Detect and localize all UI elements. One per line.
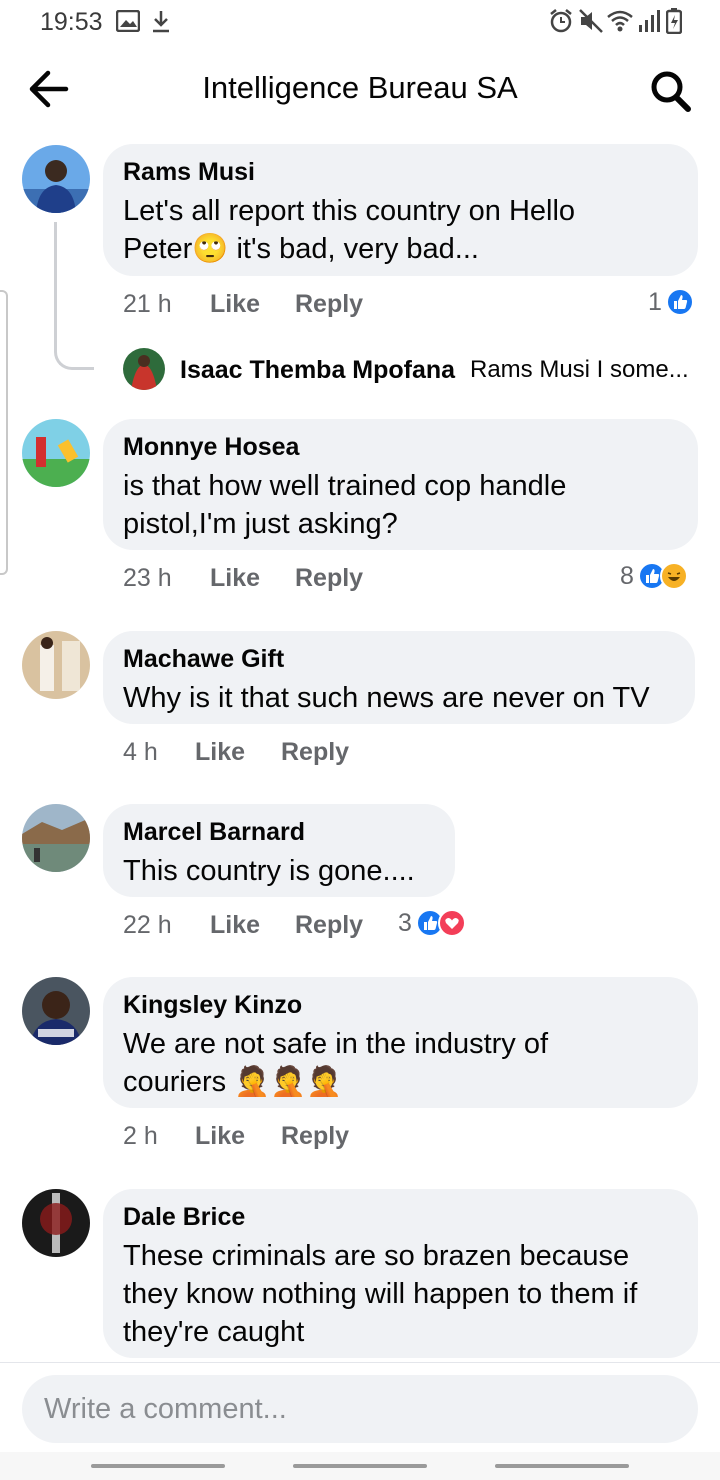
comment-time: 2 h xyxy=(123,1122,158,1150)
download-icon xyxy=(153,11,169,33)
comment-author[interactable]: Marcel Barnard xyxy=(123,818,435,846)
avatar[interactable] xyxy=(22,145,90,213)
avatar[interactable] xyxy=(22,419,90,487)
like-button[interactable]: Like xyxy=(210,290,260,319)
like-button[interactable]: Like xyxy=(195,738,245,767)
comment-text: Why is it that such news are never on TV xyxy=(123,682,650,714)
reply-button[interactable]: Reply xyxy=(281,738,349,767)
comment-author[interactable]: Machawe Gift xyxy=(123,645,675,673)
avatar[interactable] xyxy=(22,1189,90,1257)
comment-time: 22 h xyxy=(123,911,172,939)
reply-snippet: Rams Musi I some... xyxy=(470,356,689,383)
avatar[interactable] xyxy=(22,804,90,872)
status-bar: 19:53 xyxy=(0,0,720,44)
comment-bubble[interactable]: Monnye Hosea is that how well trained co… xyxy=(103,419,698,550)
comment-text: is that how well trained cop handle pist… xyxy=(123,470,567,540)
battery-icon xyxy=(666,8,682,34)
comment-input[interactable] xyxy=(22,1375,698,1443)
reaction-summary[interactable]: 1 xyxy=(648,286,694,318)
like-button[interactable]: Like xyxy=(195,1122,245,1151)
love-reaction-icon xyxy=(437,909,466,937)
reply-button[interactable]: Reply xyxy=(281,1122,349,1151)
search-icon xyxy=(651,71,691,112)
scroll-edge xyxy=(0,290,8,575)
comment-author[interactable]: Kingsley Kinzo xyxy=(123,991,678,1019)
reaction-count: 8 xyxy=(620,561,634,590)
image-icon xyxy=(116,10,140,32)
comment-time: 23 h xyxy=(123,564,172,592)
mute-icon xyxy=(579,9,603,33)
reply-button[interactable]: Reply xyxy=(295,911,363,940)
nav-recents-button[interactable] xyxy=(91,1464,225,1468)
comment-text: This country is gone.... xyxy=(123,855,415,887)
reply-preview[interactable]: Isaac Themba Mpofana Rams Musi I some... xyxy=(123,348,703,392)
comment-author[interactable]: Monnye Hosea xyxy=(123,433,678,461)
like-button[interactable]: Like xyxy=(210,911,260,940)
reaction-count: 1 xyxy=(648,287,662,316)
comment-bubble[interactable]: Machawe Gift Why is it that such news ar… xyxy=(103,631,695,724)
status-time: 19:53 xyxy=(40,8,103,36)
comment-time: 21 h xyxy=(123,290,172,318)
like-button[interactable]: Like xyxy=(210,564,260,593)
wifi-icon xyxy=(607,10,633,32)
comment-text: Let's all report this country on Hello P… xyxy=(123,195,576,265)
comment-bubble[interactable]: Dale Brice These criminals are so brazen… xyxy=(103,1189,698,1358)
alarm-icon xyxy=(550,9,572,33)
comment-author[interactable]: Rams Musi xyxy=(123,158,678,186)
comment-text: We are not safe in the industry of couri… xyxy=(123,1028,549,1098)
nav-home-button[interactable] xyxy=(293,1464,427,1468)
haha-reaction-icon xyxy=(659,562,688,590)
reply-author: Isaac Themba Mpofana xyxy=(180,356,456,384)
comment-bubble[interactable]: Kingsley Kinzo We are not safe in the in… xyxy=(103,977,698,1108)
reply-button[interactable]: Reply xyxy=(295,290,363,319)
thread-connector xyxy=(54,222,94,370)
avatar[interactable] xyxy=(22,977,90,1045)
signal-icon xyxy=(639,10,660,32)
app-header: Intelligence Bureau SA xyxy=(0,44,720,134)
reply-button[interactable]: Reply xyxy=(295,564,363,593)
comment-bubble[interactable]: Rams Musi Let's all report this country … xyxy=(103,144,698,276)
nav-back-button[interactable] xyxy=(495,1464,629,1468)
system-nav-bar xyxy=(0,1452,720,1480)
reply-avatar xyxy=(123,348,165,390)
comment-text: These criminals are so brazen because th… xyxy=(123,1240,638,1348)
avatar[interactable] xyxy=(22,631,90,699)
reaction-summary[interactable]: 3 xyxy=(398,907,466,939)
comment-bubble[interactable]: Marcel Barnard This country is gone.... xyxy=(103,804,455,897)
page-title: Intelligence Bureau SA xyxy=(202,70,518,105)
like-reaction-icon xyxy=(665,288,694,316)
comment-time: 4 h xyxy=(123,738,158,766)
comment-composer xyxy=(0,1362,720,1452)
search-button[interactable] xyxy=(644,66,698,114)
comment-author[interactable]: Dale Brice xyxy=(123,1203,678,1231)
reaction-summary[interactable]: 8 xyxy=(620,560,688,592)
reaction-count: 3 xyxy=(398,908,412,937)
